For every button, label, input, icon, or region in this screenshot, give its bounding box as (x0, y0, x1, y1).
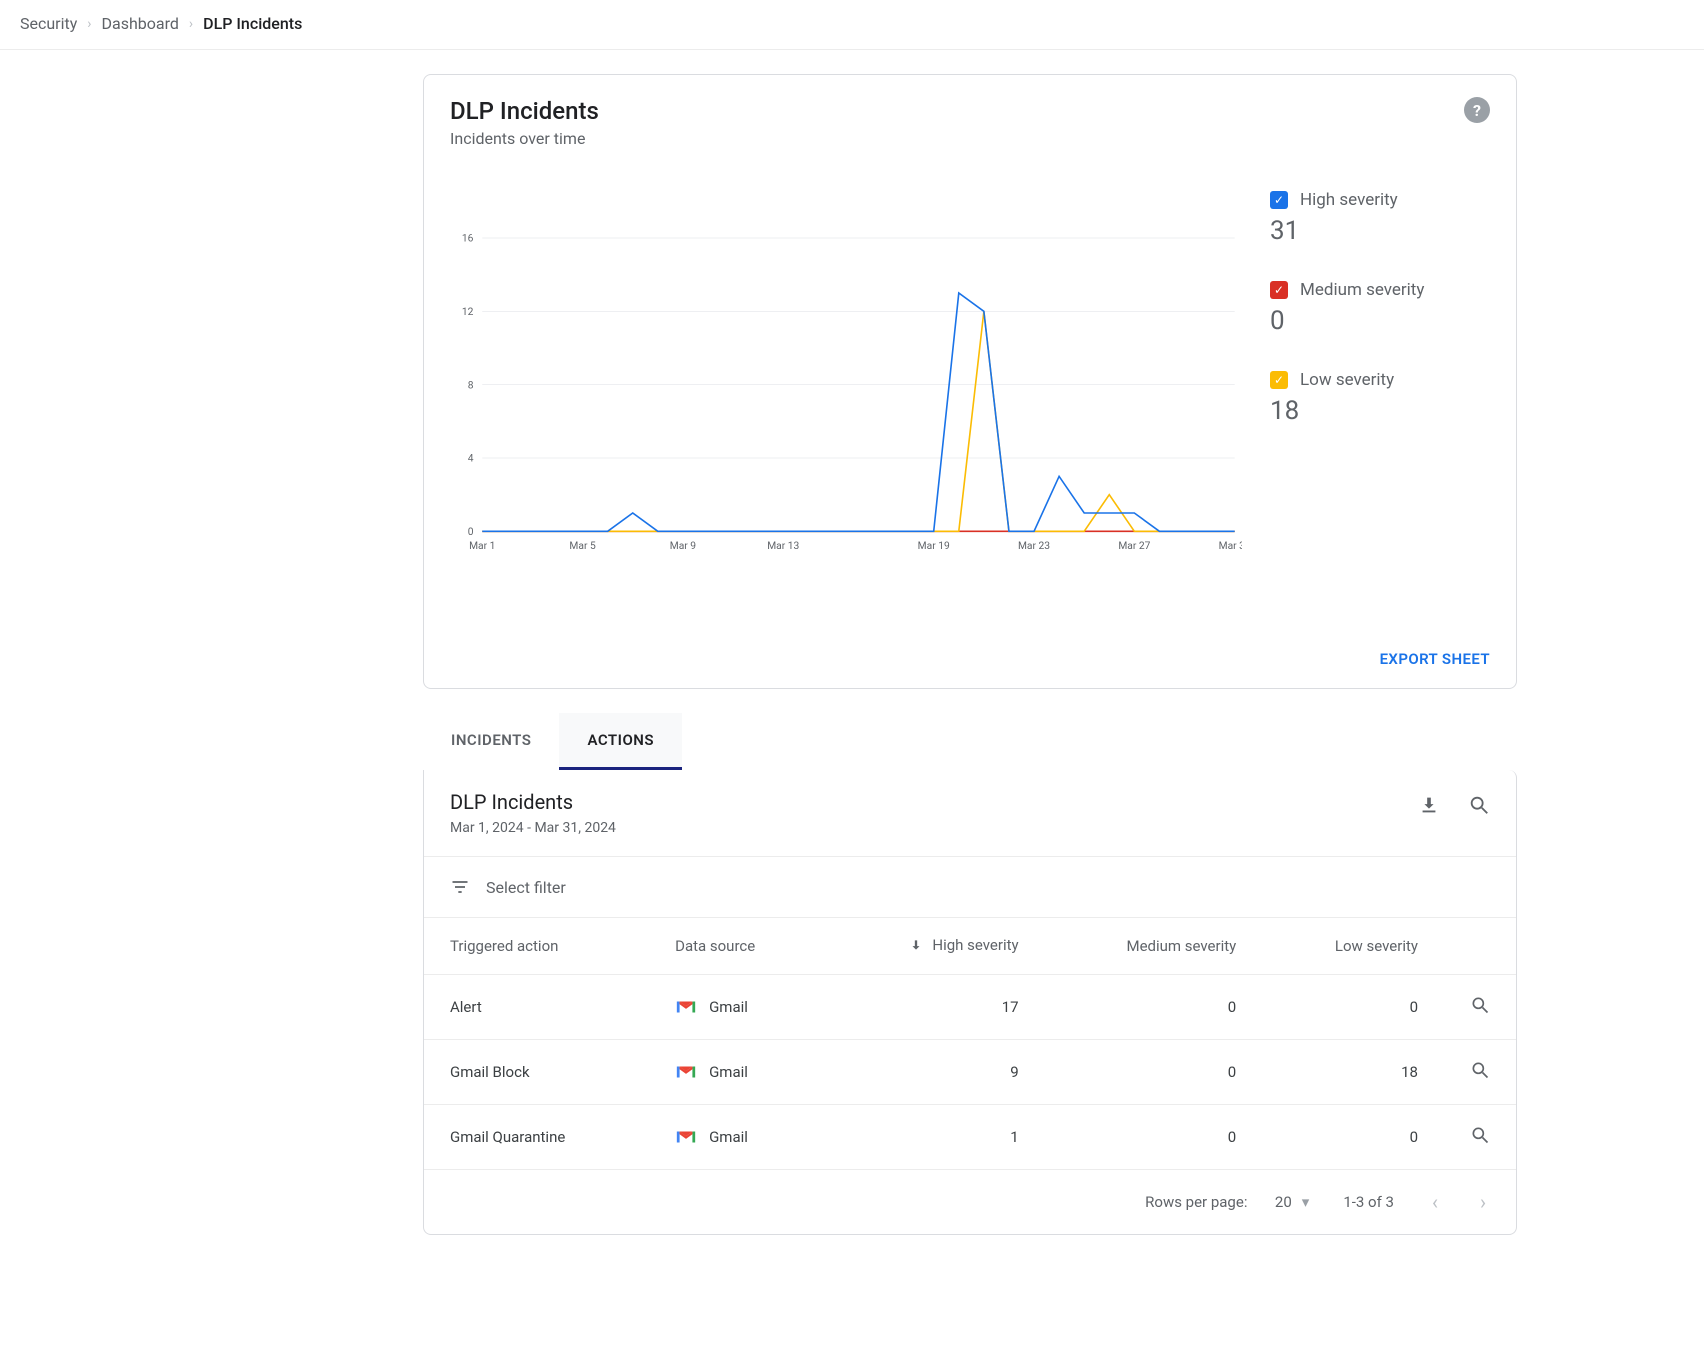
legend-checkbox[interactable]: ✓ (1270, 281, 1288, 299)
svg-text:Mar 9: Mar 9 (670, 539, 697, 552)
cell-high: 17 (827, 975, 1045, 1040)
legend-label: Medium severity (1300, 280, 1424, 300)
svg-text:Mar 19: Mar 19 (918, 539, 950, 552)
legend-label: Low severity (1300, 370, 1394, 390)
svg-text:12: 12 (462, 305, 474, 318)
caret-down-icon: ▾ (1302, 1193, 1310, 1211)
breadcrumb-current: DLP Incidents (203, 14, 302, 33)
page-range: 1-3 of 3 (1343, 1193, 1394, 1211)
cell-low: 0 (1262, 1105, 1444, 1170)
download-icon[interactable] (1418, 794, 1440, 816)
cell-high: 9 (827, 1040, 1045, 1105)
svg-text:0: 0 (468, 525, 474, 538)
column-header[interactable]: Triggered action (424, 918, 649, 975)
chart-legend: ✓ High severity 31 ✓ Medium severity 0 ✓… (1270, 162, 1490, 622)
cell-medium: 0 (1045, 1040, 1263, 1105)
filter-label: Select filter (486, 878, 566, 897)
cell-source: Gmail (649, 975, 827, 1040)
cell-action: Gmail Quarantine (424, 1105, 649, 1170)
filter-button[interactable]: Select filter (424, 857, 1516, 918)
cell-medium: 0 (1045, 975, 1263, 1040)
tab-incidents[interactable]: INCIDENTS (423, 713, 559, 770)
table-date-range: Mar 1, 2024 - Mar 31, 2024 (450, 820, 616, 836)
cell-high: 1 (827, 1105, 1045, 1170)
svg-text:Mar 1: Mar 1 (469, 539, 495, 552)
svg-text:Mar 31: Mar 31 (1219, 539, 1242, 552)
chart-title: DLP Incidents (450, 97, 599, 125)
rows-per-page-select[interactable]: Rows per page: 20 ▾ (1145, 1193, 1309, 1211)
legend-value: 0 (1270, 306, 1490, 336)
investigate-row-icon[interactable] (1470, 1125, 1490, 1145)
column-header[interactable]: High severity (827, 918, 1045, 975)
investigate-row-icon[interactable] (1470, 1060, 1490, 1080)
table-row: Alert Gmail 17 0 0 (424, 975, 1516, 1040)
export-sheet-button[interactable]: EXPORT SHEET (1380, 650, 1490, 668)
gmail-icon (675, 1063, 697, 1081)
cell-low: 18 (1262, 1040, 1444, 1105)
cell-low: 0 (1262, 975, 1444, 1040)
svg-text:Mar 5: Mar 5 (569, 539, 596, 552)
dlp-incidents-chart-card: DLP Incidents Incidents over time ? 0 4 8 1… (423, 74, 1517, 689)
cell-source: Gmail (649, 1105, 827, 1170)
column-header[interactable]: Low severity (1262, 918, 1444, 975)
investigate-row-icon[interactable] (1470, 995, 1490, 1015)
svg-text:Mar 13: Mar 13 (767, 539, 799, 552)
breadcrumb-item[interactable]: Security (20, 14, 77, 33)
dlp-incidents-table-card: DLP Incidents Mar 1, 2024 - Mar 31, 2024… (423, 770, 1517, 1235)
svg-text:4: 4 (468, 452, 474, 465)
chart-subtitle: Incidents over time (450, 129, 599, 148)
cell-action: Alert (424, 975, 649, 1040)
legend-label: High severity (1300, 190, 1398, 210)
pagination: Rows per page: 20 ▾ 1-3 of 3 ‹ › (424, 1170, 1516, 1234)
svg-text:8: 8 (468, 378, 474, 391)
table-title: DLP Incidents (450, 790, 616, 814)
sort-desc-icon (909, 938, 923, 952)
table-row: Gmail Block Gmail 9 0 18 (424, 1040, 1516, 1105)
breadcrumb: Security › Dashboard › DLP Incidents (0, 0, 1704, 50)
actions-table: Triggered actionData source High severit… (424, 918, 1516, 1170)
svg-text:Mar 23: Mar 23 (1018, 539, 1050, 552)
investigate-icon[interactable] (1468, 794, 1490, 816)
legend-item[interactable]: ✓ Medium severity 0 (1270, 280, 1490, 336)
chevron-right-icon: › (189, 16, 193, 32)
incidents-line-chart: 0 4 8 12 16 Mar 1 Mar 5 Mar 9 Mar 13 Mar 19 Mar 23… (450, 162, 1242, 622)
tab-actions[interactable]: ACTIONS (559, 713, 682, 770)
tabs: INCIDENTSACTIONS (423, 713, 1517, 770)
help-icon[interactable]: ? (1464, 97, 1490, 123)
next-page-button[interactable]: › (1476, 1190, 1490, 1214)
filter-icon (450, 877, 470, 897)
rows-per-page-value: 20 (1275, 1193, 1292, 1211)
cell-medium: 0 (1045, 1105, 1263, 1170)
breadcrumb-item[interactable]: Dashboard (102, 14, 179, 33)
legend-checkbox[interactable]: ✓ (1270, 191, 1288, 209)
column-header[interactable]: Data source (649, 918, 827, 975)
gmail-icon (675, 1128, 697, 1146)
cell-action: Gmail Block (424, 1040, 649, 1105)
prev-page-button[interactable]: ‹ (1428, 1190, 1442, 1214)
column-header[interactable]: Medium severity (1045, 918, 1263, 975)
legend-value: 18 (1270, 396, 1490, 426)
svg-text:Mar 27: Mar 27 (1118, 539, 1150, 552)
svg-text:16: 16 (462, 232, 474, 245)
legend-item[interactable]: ✓ High severity 31 (1270, 190, 1490, 246)
legend-value: 31 (1270, 216, 1490, 246)
legend-item[interactable]: ✓ Low severity 18 (1270, 370, 1490, 426)
cell-source: Gmail (649, 1040, 827, 1105)
table-row: Gmail Quarantine Gmail 1 0 0 (424, 1105, 1516, 1170)
chevron-right-icon: › (87, 16, 91, 32)
rows-per-page-label: Rows per page: (1145, 1193, 1247, 1211)
gmail-icon (675, 998, 697, 1016)
legend-checkbox[interactable]: ✓ (1270, 371, 1288, 389)
